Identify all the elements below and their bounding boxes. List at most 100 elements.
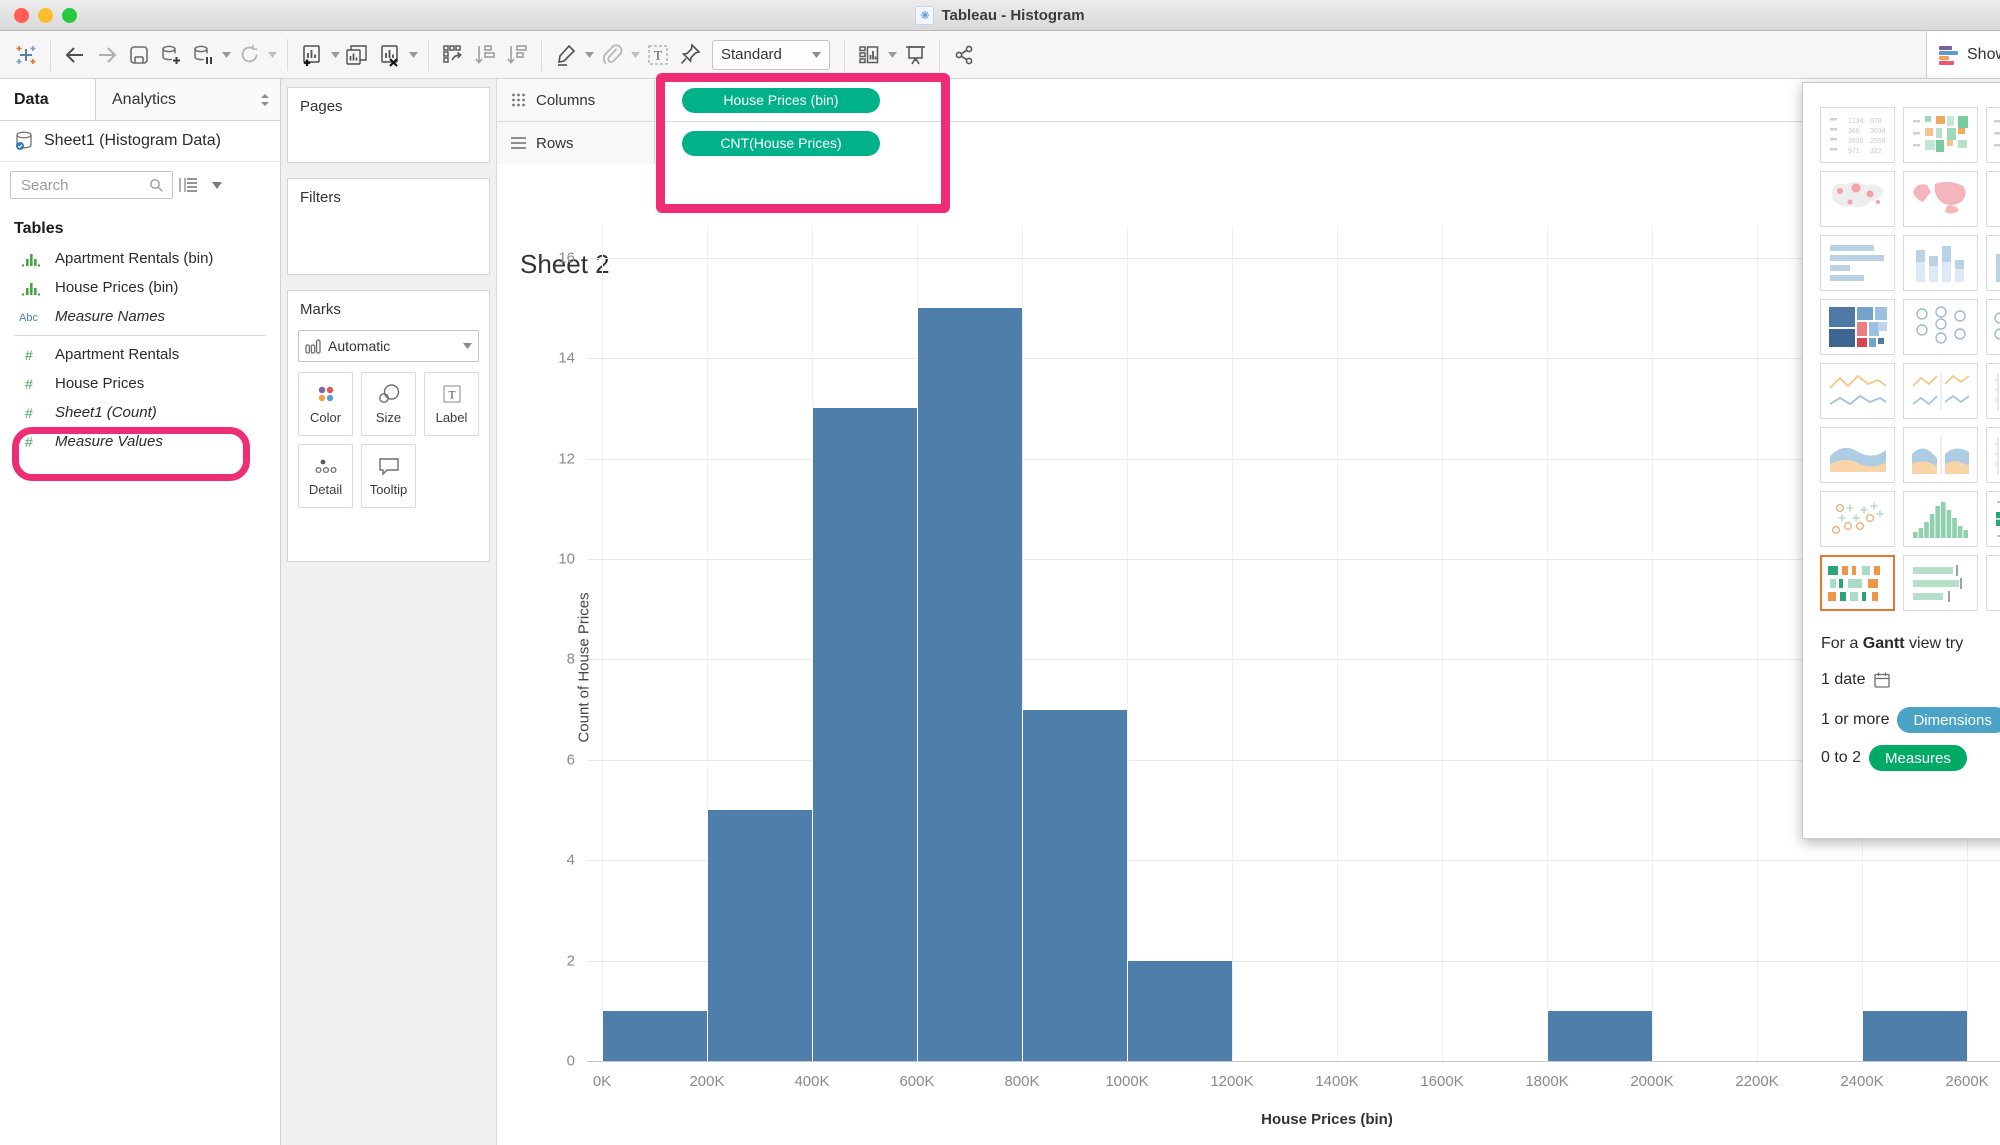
toolbar-separator (428, 38, 429, 71)
x-tick-label: 200K (689, 1073, 725, 1090)
columns-pill-house-prices-bin[interactable]: House Prices (bin) (682, 87, 880, 113)
label-button[interactable]: T Label (424, 372, 479, 436)
showme-thumb-circle-views[interactable] (1903, 299, 1978, 355)
showme-thumb-symbol-map[interactable] (1820, 171, 1895, 227)
field-measure-values[interactable]: # Measure Values (0, 427, 280, 456)
fit-mode-select[interactable]: Standard (712, 39, 830, 70)
showme-thumb-stacked-bars[interactable] (1903, 235, 1978, 291)
showme-thumb-line-continuous[interactable] (1820, 363, 1895, 419)
showme-thumb-text-table[interactable]: 1234 678 368 3034 2620 2559 971 322 (1820, 107, 1895, 163)
showme-thumb-area-discrete[interactable] (1903, 427, 1978, 483)
showme-thumb-bullet[interactable] (1903, 555, 1978, 611)
duplicate-sheet-icon[interactable] (342, 38, 374, 72)
field-list-options-caret-icon[interactable] (212, 181, 222, 189)
refresh-dropdown-caret-icon[interactable] (265, 38, 279, 72)
show-hide-cards-caret-icon[interactable] (885, 38, 899, 72)
sort-ascending-icon[interactable] (469, 38, 501, 72)
new-worksheet-icon[interactable] (296, 38, 328, 72)
field-house-prices[interactable]: # House Prices (0, 369, 280, 398)
dimension-measure-divider (14, 335, 266, 336)
paperclip-caret-icon[interactable] (628, 38, 642, 72)
histogram-bar[interactable] (1862, 1010, 1967, 1061)
histogram-plot[interactable]: 0 2 4 6 8 10 12 14 16 0K 200K 400K 600K 800K 1000K 1200… (497, 164, 2000, 1145)
color-button[interactable]: Color (298, 372, 353, 436)
histogram-bar[interactable] (707, 810, 812, 1061)
filters-shelf[interactable]: Filters (287, 178, 490, 275)
tooltip-button[interactable]: Tooltip (361, 444, 416, 508)
mark-type-dropdown[interactable]: Automatic (298, 330, 479, 362)
new-worksheet-caret-icon[interactable] (328, 38, 342, 72)
showme-thumb-dual-line[interactable] (1986, 363, 2000, 419)
histogram-bar[interactable] (1127, 960, 1232, 1061)
showme-thumb-side-by-side-bars[interactable] (1986, 235, 2000, 291)
tab-data[interactable]: Data (0, 79, 96, 120)
tab-analytics[interactable]: Analytics (96, 79, 280, 120)
clear-sheet-icon[interactable] (374, 38, 406, 72)
field-apartment-rentals[interactable]: # Apartment Rentals (0, 340, 280, 369)
columns-shelf[interactable]: Columns House Prices (bin) (497, 79, 2000, 122)
histogram-bar[interactable] (1547, 1010, 1652, 1061)
data-source-connection[interactable]: Sheet1 (Histogram Data) (0, 121, 280, 162)
pages-shelf[interactable]: Pages (287, 87, 490, 163)
pages-label: Pages (300, 98, 343, 115)
presentation-mode-icon[interactable] (899, 38, 931, 72)
rows-shelf[interactable]: Rows CNT(House Prices) (497, 122, 2000, 165)
view-as-grid-icon[interactable] (179, 177, 198, 193)
new-data-source-icon[interactable] (155, 38, 187, 72)
pause-dropdown-caret-icon[interactable] (219, 38, 233, 72)
sort-descending-icon[interactable] (501, 38, 533, 72)
field-sheet1-count[interactable]: # Sheet1 (Count) (0, 398, 280, 427)
showme-thumb-histogram[interactable] (1903, 491, 1978, 547)
paperclip-icon[interactable] (596, 38, 628, 72)
share-icon[interactable] (948, 38, 980, 72)
x-tick-label: 1200K (1210, 1073, 1254, 1090)
showme-thumb-horizontal-bars[interactable] (1820, 235, 1895, 291)
showme-thumb-heatmap[interactable] (1986, 107, 2000, 163)
search-field[interactable] (19, 175, 149, 195)
showme-thumb-box-plot[interactable] (1986, 491, 2000, 547)
showme-thumb-dual-combination[interactable] (1986, 427, 2000, 483)
undo-back-icon[interactable] (59, 38, 91, 72)
columns-icon (512, 93, 525, 107)
showme-thumb-treemap[interactable] (1820, 299, 1895, 355)
pause-auto-updates-icon[interactable] (187, 38, 219, 72)
showme-thumb-packed-bubbles[interactable] (1986, 555, 2000, 611)
search-icon (150, 178, 163, 192)
save-icon[interactable] (123, 38, 155, 72)
redo-forward-icon[interactable] (91, 38, 123, 72)
show-me-button[interactable]: Show Me (1926, 31, 2000, 79)
pane-swap-icon[interactable] (260, 93, 270, 106)
rows-pill-cnt-house-prices[interactable]: CNT(House Prices) (682, 130, 880, 156)
showme-thumb-filled-map[interactable] (1903, 171, 1978, 227)
showme-thumb-area-continuous[interactable] (1820, 427, 1895, 483)
detail-button[interactable]: Detail (298, 444, 353, 508)
mark-type-icon (305, 338, 321, 354)
showme-thumb-side-by-side-circles[interactable] (1986, 299, 2000, 355)
field-measure-names[interactable]: Abc Measure Names (0, 302, 280, 331)
mark-type-caret-icon[interactable] (463, 343, 472, 349)
histogram-bar[interactable] (602, 1010, 707, 1061)
showme-thumb-line-discrete[interactable] (1903, 363, 1978, 419)
showme-thumb-scatter[interactable] (1820, 491, 1895, 547)
histogram-bar[interactable] (917, 308, 1022, 1061)
size-button[interactable]: Size (361, 372, 416, 436)
show-mark-labels-icon[interactable]: T (642, 38, 674, 72)
histogram-bar[interactable] (812, 408, 917, 1061)
clear-sheet-caret-icon[interactable] (406, 38, 420, 72)
showme-thumb-highlight-table[interactable] (1903, 107, 1978, 163)
highlight-pen-icon[interactable] (550, 38, 582, 72)
showme-thumb-pie[interactable] (1986, 171, 2000, 227)
highlight-caret-icon[interactable] (582, 38, 596, 72)
showme-thumb-gantt[interactable] (1820, 555, 1895, 611)
mark-buttons: Color Size T Label Detail Tooltip (288, 362, 489, 518)
search-input[interactable] (10, 171, 173, 199)
fit-mode-caret-icon (812, 51, 821, 58)
pin-icon[interactable] (674, 38, 706, 72)
histogram-bar[interactable] (1022, 709, 1127, 1061)
field-house-prices-bin[interactable]: House Prices (bin) (0, 273, 280, 302)
tableau-logo-icon[interactable] (10, 38, 42, 72)
swap-rows-columns-icon[interactable] (437, 38, 469, 72)
show-hide-cards-icon[interactable] (853, 38, 885, 72)
refresh-icon[interactable] (233, 38, 265, 72)
field-apartment-rentals-bin[interactable]: Apartment Rentals (bin) (0, 244, 280, 273)
